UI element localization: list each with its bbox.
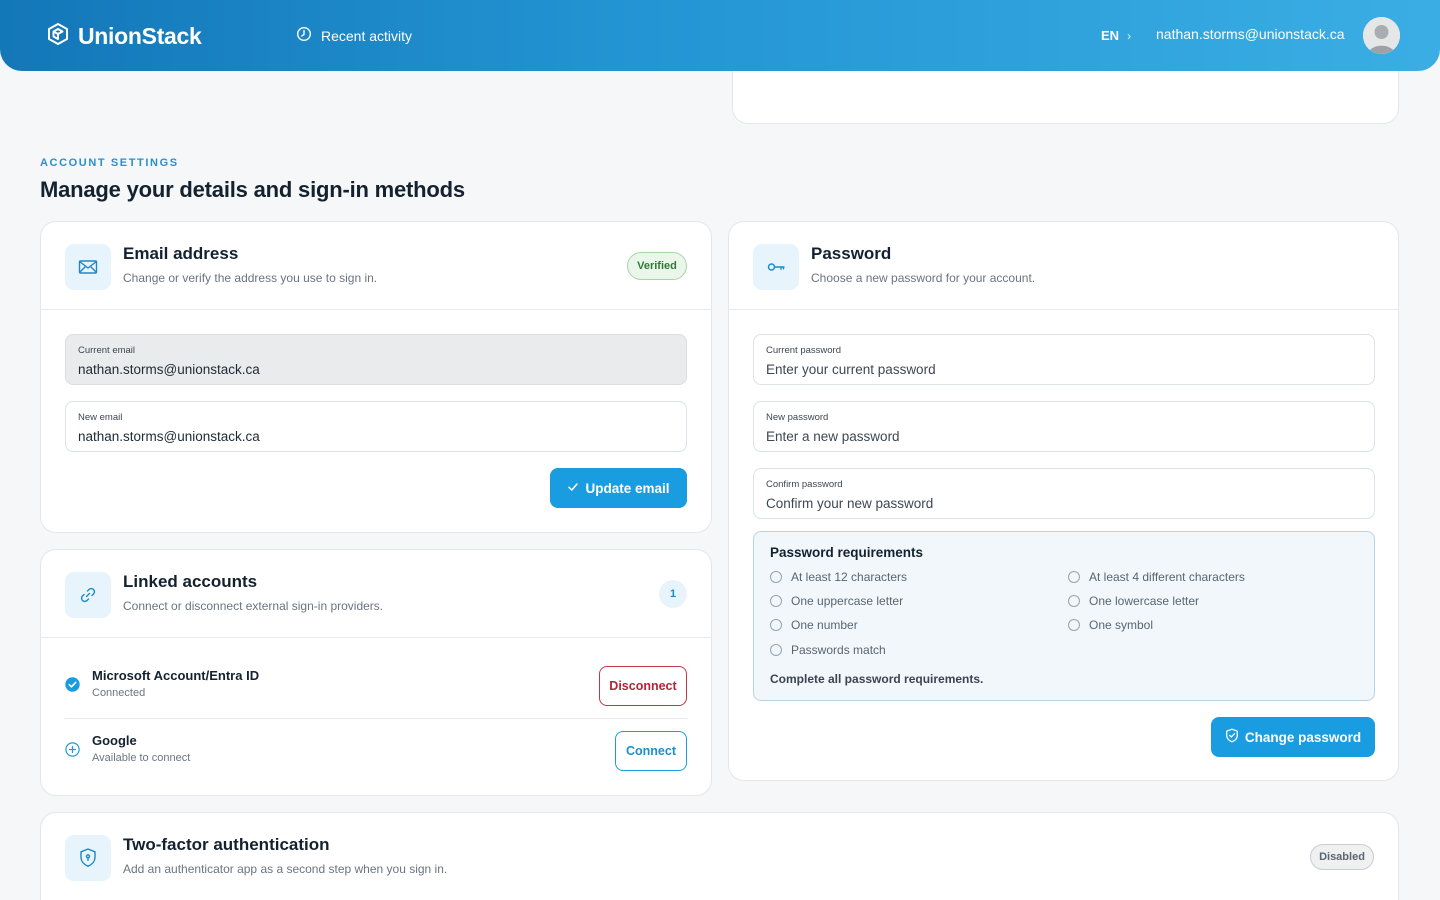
two-factor-title: Two-factor authentication: [123, 835, 330, 854]
requirement-item: At least 4 different characters: [1068, 570, 1245, 584]
change-password-button[interactable]: Change password: [1211, 717, 1375, 757]
new-password-input[interactable]: [766, 429, 1362, 444]
empty-circle-icon: [1068, 571, 1080, 583]
current-email-field: Current email nathan.storms@unionstack.c…: [65, 334, 687, 385]
account-status: Available to connect: [92, 752, 191, 764]
empty-circle-icon: [770, 619, 782, 631]
requirement-item: One number: [770, 618, 858, 632]
email-card-title: Email address: [123, 244, 239, 263]
email-card-subtitle: Change or verify the address you use to …: [123, 271, 378, 285]
requirement-label: One lowercase letter: [1089, 594, 1200, 608]
password-card-subtitle: Choose a new password for your account.: [811, 271, 1036, 285]
linked-count-badge: 1: [659, 580, 687, 608]
new-email-field: New email: [65, 401, 687, 452]
section-eyebrow: ACCOUNT SETTINGS: [40, 157, 179, 169]
current-password-input[interactable]: [766, 362, 1362, 377]
current-password-label: Current password: [766, 345, 841, 356]
linked-accounts-card: Linked accounts Connect or disconnect ex…: [40, 549, 712, 796]
shield-check-icon: [1225, 728, 1239, 746]
requirement-item: At least 12 characters: [770, 570, 907, 584]
account-name: Microsoft Account/Entra ID: [92, 668, 260, 683]
recent-activity-label: Recent activity: [321, 27, 413, 44]
recent-activity-link[interactable]: Recent activity: [296, 26, 412, 45]
disconnect-button[interactable]: Disconnect: [599, 666, 687, 706]
confirm-password-label: Confirm password: [766, 479, 843, 490]
current-password-field: Current password: [753, 334, 1375, 385]
change-password-label: Change password: [1244, 729, 1362, 745]
verified-badge: Verified: [627, 252, 687, 280]
linked-card-title: Linked accounts: [123, 572, 258, 591]
requirement-item: One lowercase letter: [1068, 594, 1199, 608]
current-email-label: Current email: [78, 345, 136, 356]
account-status: Connected: [92, 687, 146, 699]
two-factor-subtitle: Add an authenticator app as a second ste…: [123, 862, 448, 876]
confirm-password-field: Confirm password: [753, 468, 1375, 519]
new-email-label: New email: [78, 412, 123, 423]
empty-circle-icon: [770, 595, 782, 607]
disabled-badge: Disabled: [1310, 844, 1374, 870]
email-card-header: Email address Change or verify the addre…: [41, 222, 711, 310]
empty-circle-icon: [1068, 595, 1080, 607]
two-factor-card: Two-factor authentication Add an authent…: [40, 812, 1399, 900]
page-title: Manage your details and sign-in methods: [40, 177, 465, 202]
linked-card-header: Linked accounts Connect or disconnect ex…: [41, 550, 711, 638]
requirements-title: Password requirements: [770, 545, 924, 560]
key-icon: [753, 244, 799, 290]
avatar[interactable]: [1363, 17, 1400, 54]
requirement-label: Passwords match: [791, 643, 886, 657]
password-card-header: Password Choose a new password for your …: [729, 222, 1398, 310]
requirement-item: One symbol: [1068, 618, 1153, 632]
chevron-right-icon: ›: [1127, 28, 1132, 43]
link-icon: [65, 572, 111, 618]
top-navigation-bar: UnionStack Recent activity EN › nathan.s…: [0, 0, 1440, 71]
email-address-card: Email address Change or verify the addre…: [40, 221, 712, 533]
clock-icon: [296, 26, 312, 45]
update-email-label: Update email: [585, 480, 670, 496]
brand-name: UnionStack: [78, 23, 202, 49]
connect-button[interactable]: Connect: [615, 731, 687, 771]
account-name: Google: [92, 733, 137, 748]
language-code: EN: [1101, 28, 1120, 43]
empty-circle-icon: [1068, 619, 1080, 631]
requirement-label: At least 12 characters: [791, 570, 908, 584]
current-email-value: nathan.storms@unionstack.ca: [78, 362, 260, 377]
password-card-title: Password: [811, 244, 892, 263]
requirement-label: One number: [791, 618, 858, 632]
new-password-label: New password: [766, 412, 829, 423]
password-requirements-panel: Password requirements At least 12 charac…: [753, 531, 1375, 701]
check-circle-icon: [65, 677, 80, 697]
requirement-label: One symbol: [1089, 618, 1154, 632]
requirement-label: One uppercase letter: [791, 594, 904, 608]
plus-circle-icon: [65, 742, 80, 762]
requirements-note: Complete all password requirements.: [770, 672, 984, 686]
new-password-field: New password: [753, 401, 1375, 452]
brand-logo[interactable]: UnionStack: [46, 22, 202, 51]
check-icon: [567, 481, 579, 496]
user-email-menu[interactable]: nathan.storms@unionstack.ca: [1156, 26, 1345, 42]
empty-circle-icon: [770, 644, 782, 656]
requirement-item: Passwords match: [770, 643, 886, 657]
linked-account-row-google: Google Available to connect: [65, 728, 687, 792]
envelope-icon: [65, 244, 111, 290]
hexagon-logo-icon: [46, 22, 70, 51]
new-email-input[interactable]: [78, 429, 674, 444]
requirement-item: One uppercase letter: [770, 594, 903, 608]
linked-card-subtitle: Connect or disconnect external sign-in p…: [123, 599, 384, 613]
confirm-password-input[interactable]: [766, 496, 1362, 511]
update-email-button[interactable]: Update email: [550, 468, 687, 508]
divider: [65, 718, 687, 719]
shield-icon: [65, 835, 111, 881]
language-selector[interactable]: EN ›: [1101, 28, 1131, 43]
empty-circle-icon: [770, 571, 782, 583]
requirement-label: At least 4 different characters: [1089, 570, 1245, 584]
